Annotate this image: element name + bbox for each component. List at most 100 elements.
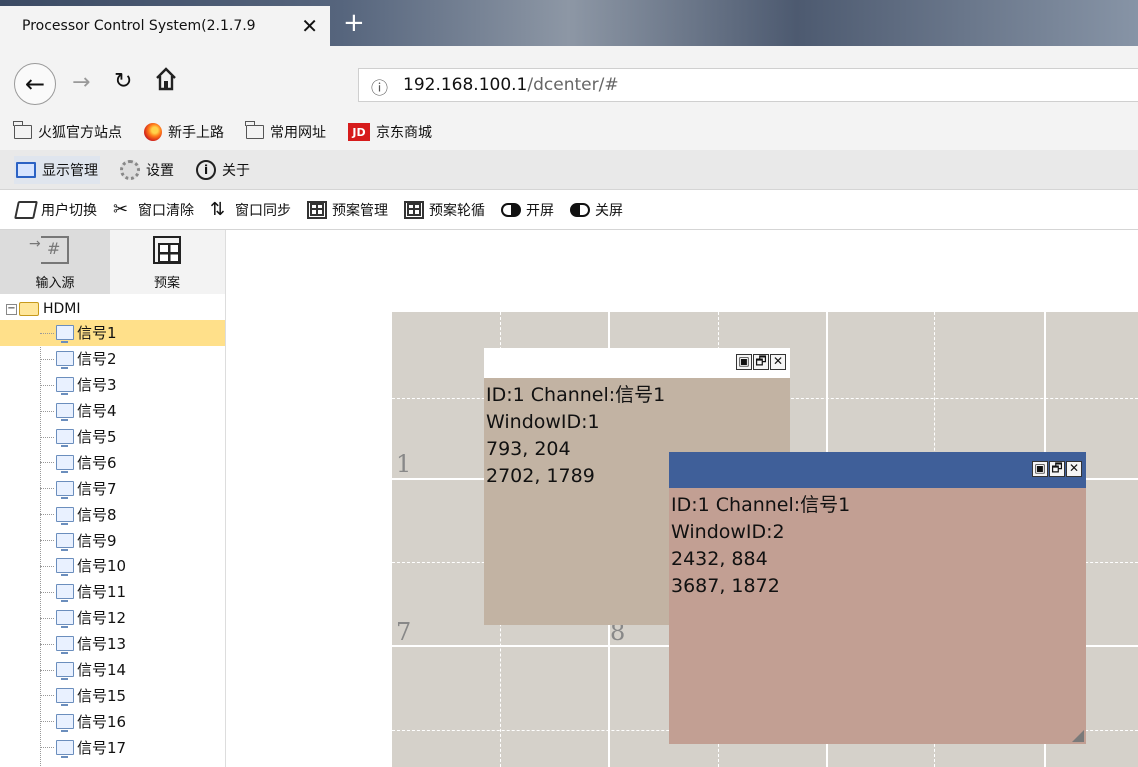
tree-item-signal[interactable]: 信号2 <box>0 346 225 372</box>
clear-icon: ✂ <box>113 198 129 220</box>
menu-about[interactable]: i 关于 <box>194 156 252 184</box>
tree-item-label: 信号2 <box>77 350 117 369</box>
monitor-icon <box>56 403 74 422</box>
cell-number: 7 <box>396 618 412 646</box>
navigation-bar: ← → ↻ ⓘ 192.168.100.1/dcenter/# <box>0 46 1138 114</box>
reload-button[interactable]: ↻ <box>114 69 132 94</box>
app-menu-bar: 显示管理 设置 i 关于 <box>0 150 1138 190</box>
tree-item-signal[interactable]: 信号17 <box>0 734 225 760</box>
monitor-icon <box>56 739 74 758</box>
tree-item-signal[interactable]: 信号6 <box>0 449 225 475</box>
close-icon[interactable]: ✕ <box>1066 461 1082 477</box>
firefox-icon <box>144 123 162 141</box>
menu-settings[interactable]: 设置 <box>118 156 176 184</box>
plan-cycle-button[interactable]: 预案轮循 <box>404 200 485 220</box>
restore-icon[interactable]: ▣ <box>736 354 752 370</box>
monitor-icon <box>56 636 74 655</box>
tree-item-label: 信号6 <box>77 453 117 472</box>
bookmark-firefox-official[interactable]: 火狐官方站点 <box>13 121 122 142</box>
forward-button[interactable]: → <box>72 70 90 95</box>
window-titlebar[interactable]: ▣ 🗗 ✕ <box>484 348 790 378</box>
home-icon[interactable] <box>155 66 177 92</box>
tab-label: 输入源 <box>35 276 75 291</box>
window-controls: ▣ 🗗 ✕ <box>736 354 786 370</box>
tree-item-label: 信号1 <box>77 324 117 343</box>
monitor-icon <box>56 377 74 396</box>
window-clear-button[interactable]: ✂ 窗口清除 <box>113 200 194 220</box>
window-position: 2432, 884 <box>671 548 768 570</box>
back-arrow-icon: ← <box>24 70 46 98</box>
user-switch-button[interactable]: 用户切换 <box>14 200 97 220</box>
tool-label: 关屏 <box>595 202 623 219</box>
tree-root-label: HDMI <box>43 301 81 317</box>
plan-manage-button[interactable]: 预案管理 <box>307 200 388 220</box>
tree-item-signal[interactable]: 信号4 <box>0 398 225 424</box>
collapse-icon[interactable]: − <box>6 303 17 315</box>
tool-label: 预案轮循 <box>429 202 485 219</box>
bookmark-getting-started[interactable]: 新手上路 <box>144 122 224 142</box>
window-titlebar[interactable]: ▣ 🗗 ✕ <box>669 452 1086 488</box>
tree-item-signal[interactable]: 信号8 <box>0 501 225 527</box>
tree-item-label: 信号11 <box>77 583 127 602</box>
window-info: ID:1 Channel:信号1 WindowID:2 2432, 884 36… <box>669 488 1086 604</box>
monitor-icon <box>56 429 74 447</box>
tab-close-icon[interactable]: ✕ <box>301 14 318 38</box>
tree-item-signal[interactable]: 信号11 <box>0 579 225 605</box>
bookmark-label: 新手上路 <box>168 125 224 141</box>
tree-item-label: 信号4 <box>77 402 117 421</box>
tree-item-signal[interactable]: 信号14 <box>0 657 225 683</box>
tree-item-signal[interactable]: 信号9 <box>0 527 225 553</box>
tree-item-signal[interactable]: 信号12 <box>0 605 225 631</box>
maximize-icon[interactable]: 🗗 <box>753 354 769 370</box>
left-panel: 输入源 预案 − HDMI 信号1 信号2 信号3 信号4 信号5 信号6 信号7 信号8 信号… <box>0 230 226 767</box>
window-sync-button[interactable]: ⇅ 窗口同步 <box>210 200 291 220</box>
tree-item-label: 信号12 <box>77 609 127 628</box>
resize-handle[interactable] <box>1072 730 1084 742</box>
tab-input-source[interactable]: 输入源 <box>0 230 110 294</box>
close-icon[interactable]: ✕ <box>770 354 786 370</box>
window-id: WindowID:1 <box>486 411 600 433</box>
bookmark-label: 京东商城 <box>376 125 432 141</box>
tool-label: 预案管理 <box>332 202 388 219</box>
maximize-icon[interactable]: 🗗 <box>1049 461 1065 477</box>
tree-item-signal[interactable]: 信号10 <box>0 553 225 579</box>
tree-item-signal[interactable]: 信号7 <box>0 475 225 501</box>
menu-label: 显示管理 <box>42 162 98 179</box>
monitor-icon <box>16 161 36 178</box>
toolbar: 用户切换 ✂ 窗口清除 ⇅ 窗口同步 预案管理 预案轮循 开屏 关屏 <box>0 190 1138 230</box>
bookmark-jd-mall[interactable]: JD 京东商城 <box>348 122 432 142</box>
plan-icon <box>153 236 181 264</box>
browser-tab[interactable]: Processor Control System(2.1.7.9 ✕ <box>0 6 330 46</box>
menu-label: 设置 <box>146 162 174 179</box>
left-panel-tabs: 输入源 预案 <box>0 230 225 294</box>
monitor-icon <box>56 662 74 681</box>
display-window-2[interactable]: ▣ 🗗 ✕ ID:1 Channel:信号1 WindowID:2 2432, … <box>669 452 1086 744</box>
video-wall-canvas[interactable]: 1 7 8 ▣ 🗗 ✕ ID:1 Channel:信号1 WindowID:1 … <box>392 312 1138 767</box>
menu-label: 关于 <box>222 162 250 179</box>
tree-item-label: 信号13 <box>77 635 127 654</box>
back-button[interactable]: ← <box>14 63 56 105</box>
tree-item-signal[interactable]: 信号3 <box>0 372 225 398</box>
screen-on-icon <box>501 202 521 217</box>
bookmark-common-sites[interactable]: 常用网址 <box>245 121 326 142</box>
window-size: 3687, 1872 <box>671 575 780 597</box>
monitor-icon <box>56 610 74 629</box>
tree-item-signal[interactable]: 信号16 <box>0 708 225 734</box>
url-bar[interactable]: ⓘ 192.168.100.1/dcenter/# <box>358 68 1138 102</box>
new-tab-button[interactable]: + <box>343 8 365 38</box>
tree-item-signal[interactable]: 信号15 <box>0 682 225 708</box>
screen-on-button[interactable]: 开屏 <box>501 200 554 220</box>
tree-root-hdmi[interactable]: − HDMI <box>0 298 225 320</box>
screen-off-button[interactable]: 关屏 <box>570 200 623 220</box>
user-switch-icon <box>14 200 38 219</box>
menu-display-management[interactable]: 显示管理 <box>14 155 100 184</box>
tree-item-signal[interactable]: 信号1 <box>0 320 225 346</box>
tree-item-signal[interactable]: 信号13 <box>0 631 225 657</box>
restore-icon[interactable]: ▣ <box>1032 461 1048 477</box>
tree-item-label: 信号15 <box>77 686 127 705</box>
tool-label: 开屏 <box>526 202 554 219</box>
folder-open-icon <box>19 302 39 316</box>
site-info-icon[interactable]: ⓘ <box>371 74 388 99</box>
tab-plan[interactable]: 预案 <box>112 230 222 294</box>
tree-item-signal[interactable]: 信号5 <box>0 424 225 450</box>
